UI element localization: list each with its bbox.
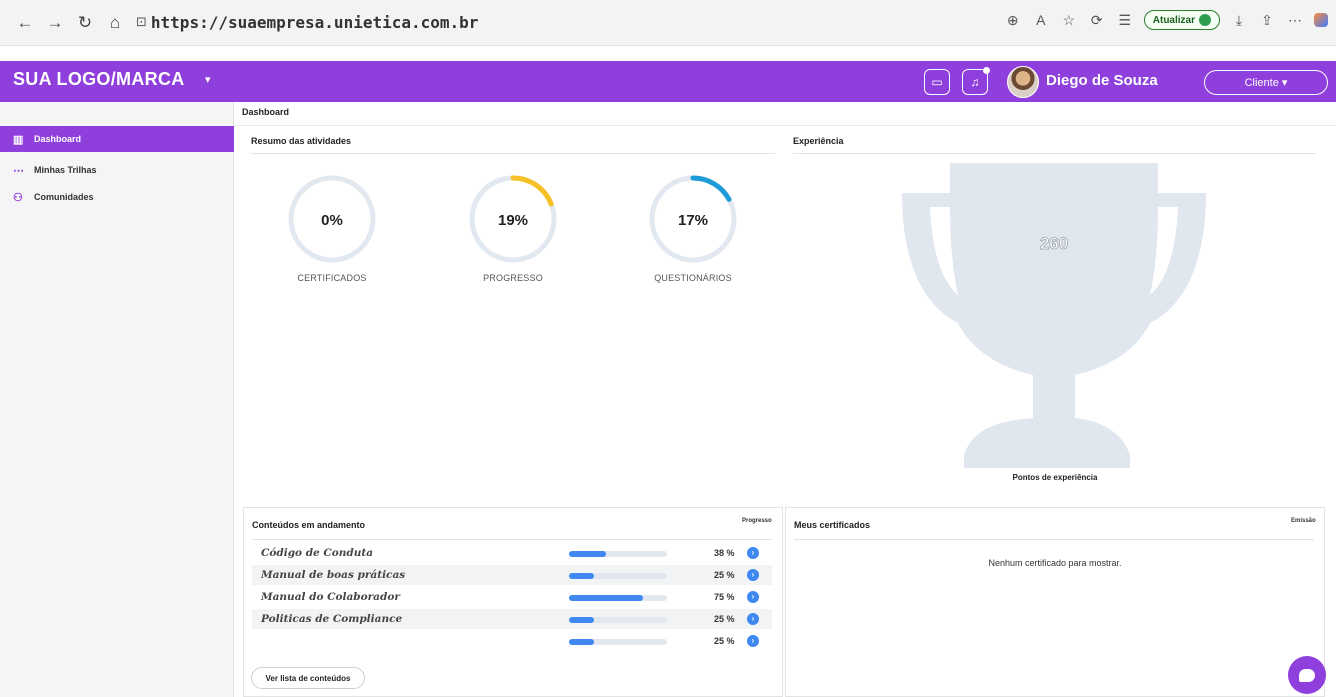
arrow-right-icon[interactable]: › bbox=[747, 569, 759, 581]
certificates-title: Meus certificados bbox=[794, 520, 871, 530]
trophy-shape bbox=[902, 163, 1206, 468]
url-text: https://suaempresa.unietica.com.br bbox=[150, 13, 479, 32]
progress-bar bbox=[569, 595, 667, 601]
lock-icon: ⊡ bbox=[136, 15, 147, 30]
update-label: Atualizar bbox=[1152, 14, 1195, 26]
content-name: Politicas de Compliance bbox=[261, 613, 403, 625]
gauge-label: CERTIFICADOS bbox=[297, 273, 367, 283]
forward-icon[interactable]: → bbox=[42, 10, 68, 36]
dashboard-icon: ▥ bbox=[13, 133, 24, 146]
divider bbox=[252, 539, 772, 540]
progress-bar-fill bbox=[569, 617, 594, 623]
arrow-right-icon[interactable]: › bbox=[747, 547, 759, 559]
gauge-label: PROGRESSO bbox=[483, 273, 543, 283]
gauge-value: 0% bbox=[321, 212, 343, 229]
notification-badge bbox=[983, 67, 990, 74]
update-button[interactable]: Atualizar bbox=[1143, 10, 1220, 30]
favorite-star-icon[interactable]: ☆ bbox=[1060, 12, 1078, 29]
table-row[interactable]: 25 % › bbox=[252, 631, 772, 651]
divider bbox=[234, 125, 1336, 126]
experience-points: 260 bbox=[1040, 234, 1068, 253]
divider bbox=[793, 153, 1316, 154]
support-chat-button[interactable] bbox=[1288, 656, 1326, 694]
arrow-right-icon[interactable]: › bbox=[747, 613, 759, 625]
brand-logo[interactable]: SUA LOGO/MARCA bbox=[13, 69, 185, 90]
progress-percent: 25 % bbox=[714, 636, 735, 646]
table-row[interactable]: Código de Conduta 38 % › bbox=[252, 543, 772, 563]
role-dropdown[interactable]: Cliente ▾ bbox=[1204, 70, 1328, 95]
more-icon[interactable]: ⋯ bbox=[1286, 12, 1304, 29]
avatar[interactable] bbox=[1007, 66, 1039, 98]
progress-bar-fill bbox=[569, 573, 594, 579]
progress-bar bbox=[569, 573, 667, 579]
downloads-icon[interactable]: ⤓ bbox=[1230, 12, 1248, 29]
table-row[interactable]: Manual do Colaborador 75 % › bbox=[252, 587, 772, 607]
back-icon[interactable]: ← bbox=[12, 10, 38, 36]
progress-percent: 75 % bbox=[714, 592, 735, 602]
issue-column-label: Emissão bbox=[1291, 518, 1316, 524]
chevron-down-icon[interactable]: ▾ bbox=[205, 73, 211, 86]
sidebar-item-dashboard[interactable]: ▥ Dashboard bbox=[0, 126, 234, 152]
arrow-right-icon[interactable]: › bbox=[747, 591, 759, 603]
view-contents-button[interactable]: Ver lista de conteúdos bbox=[251, 667, 365, 689]
table-row[interactable]: Manual de boas práticas 25 % › bbox=[252, 565, 772, 585]
progress-bar-fill bbox=[569, 639, 594, 645]
dots-icon: ⋯ bbox=[13, 164, 24, 177]
trophy-icon: 260 bbox=[902, 163, 1206, 468]
progress-bar bbox=[569, 639, 667, 645]
sidebar-item-comunidades[interactable]: ⚇ Comunidades bbox=[0, 184, 234, 210]
chat-bubble-icon bbox=[1299, 668, 1315, 682]
progress-bar bbox=[569, 551, 667, 557]
zoom-icon[interactable]: ⊕ bbox=[1004, 12, 1022, 29]
summary-title: Resumo das atividades bbox=[251, 136, 352, 146]
experience-title: Experiência bbox=[793, 136, 844, 146]
divider bbox=[794, 539, 1314, 540]
update-status-icon bbox=[1199, 14, 1211, 26]
chat-icon[interactable]: ▭ bbox=[924, 69, 950, 95]
read-aloud-icon[interactable]: A bbox=[1032, 12, 1050, 28]
user-name[interactable]: Diego de Souza bbox=[1046, 72, 1158, 89]
progress-percent: 25 % bbox=[714, 570, 735, 580]
gauge-label: QUESTIONÁRIOS bbox=[654, 273, 732, 283]
empty-certificates-message: Nenhum certificado para mostrar. bbox=[988, 558, 1122, 568]
divider bbox=[251, 153, 775, 154]
browser-tools: ⊕ A ☆ ⟳ ☰ Atualizar ⤓ ⇪ ⋯ bbox=[1004, 10, 1328, 30]
extensions-icon[interactable]: ⟳ bbox=[1088, 12, 1106, 29]
certificates-card: Meus certificados Emissão bbox=[785, 507, 1325, 697]
progress-bar-fill bbox=[569, 595, 643, 601]
app-header: SUA LOGO/MARCA ▾ ▭ ♫ Diego de Souza Clie… bbox=[0, 61, 1336, 102]
sidebar-item-label: Comunidades bbox=[34, 192, 94, 202]
gauge-questionarios: 17% bbox=[649, 175, 737, 263]
gauge-value: 19% bbox=[498, 212, 528, 229]
favorites-icon[interactable]: ☰ bbox=[1116, 12, 1134, 29]
bell-icon[interactable]: ♫ bbox=[962, 67, 990, 95]
experience-points-label: Pontos de experiência bbox=[1012, 473, 1098, 482]
share-icon[interactable]: ⇪ bbox=[1258, 12, 1276, 29]
refresh-icon[interactable]: ↻ bbox=[72, 10, 98, 36]
home-icon[interactable]: ⌂ bbox=[102, 10, 128, 36]
progress-percent: 38 % bbox=[714, 548, 735, 558]
progress-percent: 25 % bbox=[714, 614, 735, 624]
gauge-progresso: 19% bbox=[469, 175, 557, 263]
table-row[interactable]: Politicas de Compliance 25 % › bbox=[252, 609, 772, 629]
gauge-certificados: 0% bbox=[288, 175, 376, 263]
content-name: Código de Conduta bbox=[261, 547, 373, 559]
progress-column-label: Progresso bbox=[742, 518, 772, 524]
progress-bar bbox=[569, 617, 667, 623]
sidebar-item-label: Minhas Trilhas bbox=[34, 165, 97, 175]
sidebar-item-minhas-trilhas[interactable]: ⋯ Minhas Trilhas bbox=[0, 157, 234, 183]
gauge-value: 17% bbox=[678, 212, 708, 229]
content-name: Manual de boas práticas bbox=[261, 569, 406, 581]
content-name: Manual do Colaborador bbox=[261, 591, 400, 603]
sidebar-item-label: Dashboard bbox=[34, 134, 82, 144]
copilot-icon[interactable] bbox=[1314, 13, 1328, 27]
sidebar: ▥ Dashboard ⋯ Minhas Trilhas ⚇ Comunidad… bbox=[0, 102, 234, 697]
breadcrumb: Dashboard bbox=[242, 107, 290, 117]
browser-toolbar: ← → ↻ ⌂ ⊡ https://suaempresa.unietica.co… bbox=[0, 0, 1336, 46]
arrow-right-icon[interactable]: › bbox=[747, 635, 759, 647]
people-icon: ⚇ bbox=[13, 191, 23, 204]
progress-bar-fill bbox=[569, 551, 607, 557]
address-bar[interactable]: ⊡ https://suaempresa.unietica.com.br bbox=[136, 10, 1036, 36]
contents-title: Conteúdos em andamento bbox=[252, 520, 366, 530]
